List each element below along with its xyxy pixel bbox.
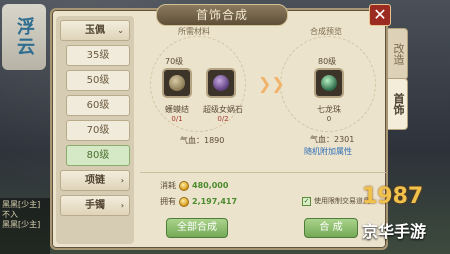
chat-line: 不入 xyxy=(2,210,18,219)
consume-row: 消耗 480,000 xyxy=(160,180,228,191)
sidebar-item-35[interactable]: 35级 xyxy=(66,45,130,66)
checkbox[interactable]: ✓ xyxy=(302,196,311,206)
synthesis-content: 所需材料 合成预览 70级 蠖蟆结 超级女娲石 0/1 0/2 ❯❯ 80级 七… xyxy=(140,20,386,246)
sidebar-item-label: 玉佩 xyxy=(85,25,105,36)
own-value: 2,197,417 xyxy=(192,197,238,206)
gem-icon xyxy=(169,75,185,91)
material-name: 蠖蟆结 xyxy=(165,105,189,114)
watermark-text: 京华手游 xyxy=(362,222,427,241)
material-slot-1[interactable] xyxy=(162,68,192,98)
sidebar-item-80[interactable]: 80级 xyxy=(66,145,130,166)
chat-line: 黑黑[少主] xyxy=(2,220,41,229)
chevron-right-icon: › xyxy=(120,201,124,210)
preview-slot[interactable] xyxy=(314,68,344,98)
preview-label: 合成预览 xyxy=(310,27,342,36)
consume-label: 消耗 xyxy=(160,181,176,190)
own-row: 拥有 2,197,417 xyxy=(160,196,237,207)
material-slot-2[interactable] xyxy=(206,68,236,98)
material-level: 70级 xyxy=(165,57,184,66)
tab-jewelry[interactable]: 首饰 xyxy=(388,78,408,130)
preview-stat: 气血：2301 xyxy=(310,135,355,144)
stone-icon xyxy=(213,75,229,91)
material-stat: 气血：1890 xyxy=(180,136,225,145)
chevron-down-icon: ⌄ xyxy=(117,26,124,35)
chat-panel: 黑黑[少主] 不入 黑黑[少主] xyxy=(0,198,50,254)
own-label: 拥有 xyxy=(160,197,176,206)
chat-line: 黑黑[少主] xyxy=(2,200,41,209)
watermark-number: 1987 xyxy=(362,184,424,209)
category-sidebar: 玉佩 ⌄ 35级 50级 60级 70级 80级 项链 › 手镯 › xyxy=(56,16,134,244)
coin-icon xyxy=(179,180,189,191)
sidebar-item-60[interactable]: 60级 xyxy=(66,95,130,116)
game-logo: 浮云 xyxy=(2,4,46,70)
sidebar-item-label: 项链 xyxy=(85,175,105,186)
sidebar-item-70[interactable]: 70级 xyxy=(66,120,130,141)
arrow-right-icon: ❯❯ xyxy=(258,74,285,93)
material-count: 0/1 xyxy=(171,115,183,123)
chevron-right-icon: › xyxy=(120,176,124,185)
consume-value: 480,000 xyxy=(192,181,229,190)
preview-count: 0 xyxy=(326,115,332,123)
divider xyxy=(140,172,386,173)
merge-button[interactable]: 合 成 xyxy=(304,218,358,238)
preview-name: 七龙珠 xyxy=(317,105,341,114)
sidebar-item-label: 手镯 xyxy=(85,200,105,211)
watermark: 1987 京华手游 xyxy=(352,176,450,254)
sidebar-cat-necklace[interactable]: 项链 › xyxy=(60,170,130,191)
coin-icon xyxy=(179,196,189,207)
merge-all-button[interactable]: 全部合成 xyxy=(166,218,228,238)
materials-label: 所需材料 xyxy=(178,27,210,36)
preview-extra: 随机附加属性 xyxy=(304,147,352,156)
preview-level: 80级 xyxy=(318,57,337,66)
dragon-pearl-icon xyxy=(321,75,337,91)
tab-modify[interactable]: 改造 xyxy=(388,28,408,80)
material-name: 超级女娲石 xyxy=(203,105,243,114)
sidebar-cat-bracelet[interactable]: 手镯 › xyxy=(60,195,130,216)
sidebar-item-50[interactable]: 50级 xyxy=(66,70,130,91)
material-count: 0/2 xyxy=(217,115,229,123)
sidebar-cat-pendant[interactable]: 玉佩 ⌄ xyxy=(60,20,130,41)
